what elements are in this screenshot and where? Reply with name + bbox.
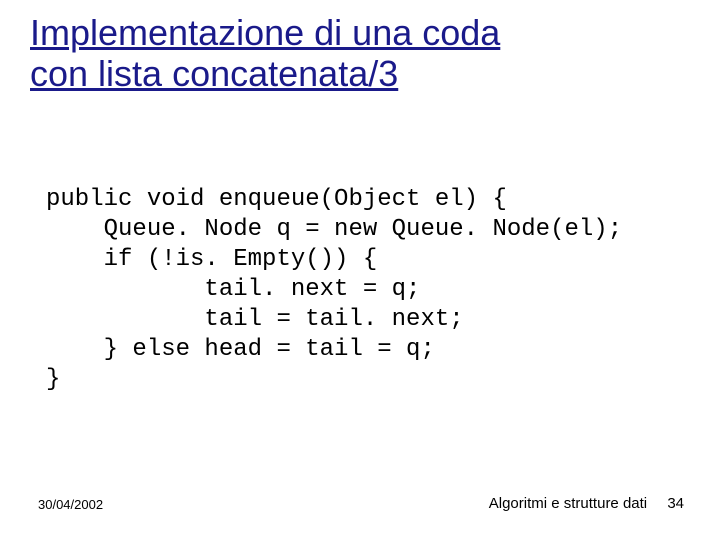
title-line-1: Implementazione di una coda — [30, 12, 500, 53]
slide: Implementazione di una coda con lista co… — [0, 0, 720, 540]
code-block: public void enqueue(Object el) { Queue. … — [46, 185, 622, 395]
footer-label: Algoritmi e strutture dati — [489, 495, 647, 512]
footer-right: Algoritmi e strutture dati 34 — [489, 495, 684, 512]
footer-date: 30/04/2002 — [38, 497, 103, 512]
slide-title: Implementazione di una coda con lista co… — [30, 12, 500, 95]
footer-page-number: 34 — [667, 495, 684, 512]
title-line-2: con lista concatenata/3 — [30, 53, 398, 94]
